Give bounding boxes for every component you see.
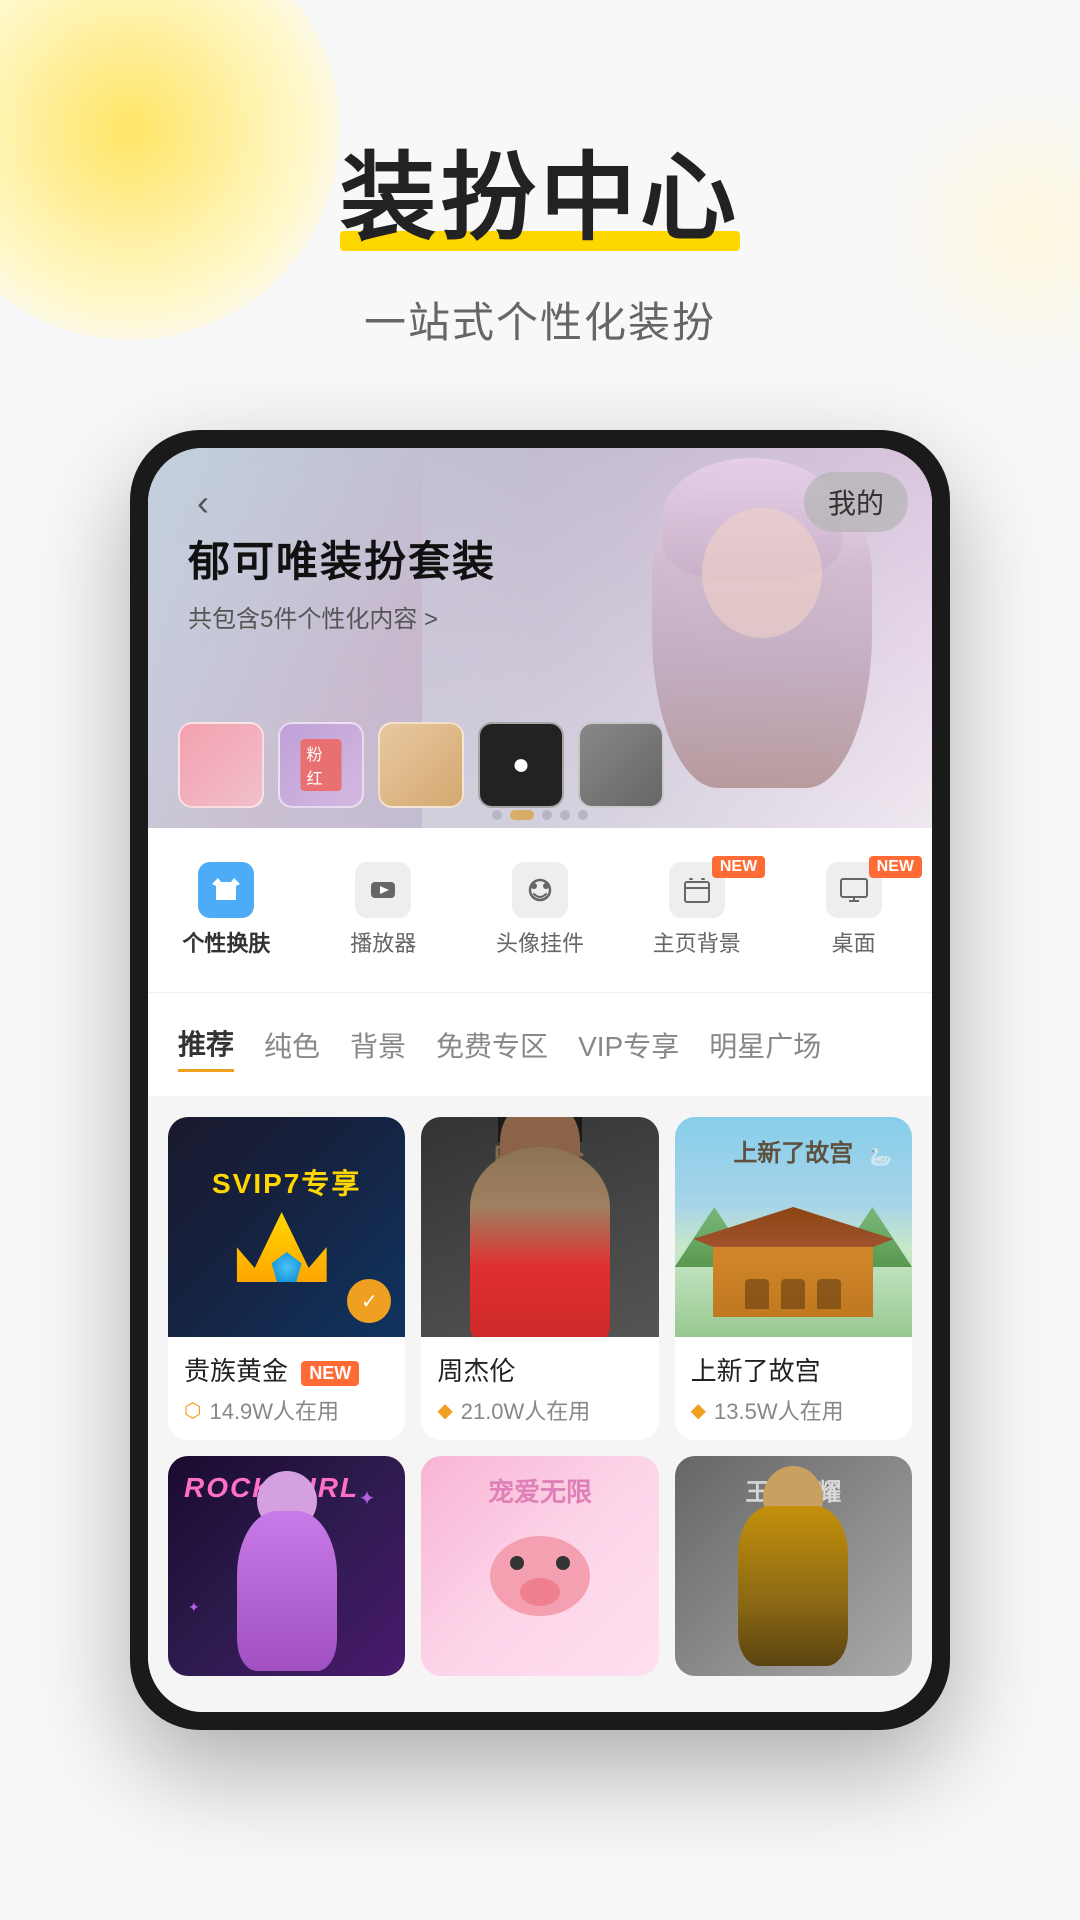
back-arrow-icon: ‹ [197, 482, 209, 524]
cat-tab-avatar[interactable]: 头像挂件 [462, 848, 619, 972]
svip-new-badge: NEW [301, 1361, 359, 1386]
crown-icon [237, 1212, 337, 1292]
download-badge: ✓ [347, 1279, 391, 1323]
grid-row-2: ROCK GIRL ✦ ✦ 宠爱无限 [168, 1456, 912, 1676]
sparkle-2: ✦ [188, 1599, 200, 1616]
rock-image: ROCK GIRL ✦ ✦ [168, 1456, 405, 1676]
cat-player-label: 播放器 [350, 926, 416, 958]
cat-tab-player[interactable]: 播放器 [305, 848, 462, 972]
filter-tabs: 推荐 纯色 背景 免费专区 VIP专享 明星广场 [148, 993, 932, 1097]
cat-avatar-label: 头像挂件 [496, 926, 584, 958]
desktop-new-badge: NEW [869, 856, 922, 878]
jay-name: 周杰伦 [437, 1351, 642, 1388]
diamond-icon-2: ◆ [691, 1398, 706, 1423]
palace-stat-text: 13.5W人在用 [714, 1394, 844, 1426]
thumbnail-3[interactable] [378, 722, 464, 808]
svip-info: 贵族黄金 NEW ⬡ 14.9W人在用 [168, 1337, 405, 1440]
cat-skin-label: 个性换肤 [182, 926, 270, 958]
palace-image: 上新了故宫 [675, 1117, 912, 1337]
diamond-icon-1: ◆ [437, 1398, 452, 1423]
grid-item-svip[interactable]: SVIP7专享 ✓ 贵族黄金 NEW [168, 1117, 405, 1440]
palace-overlay-text: 上新了故宫 [733, 1133, 853, 1168]
palace-stats: ◆ 13.5W人在用 [691, 1394, 896, 1426]
svip-image: SVIP7专享 ✓ [168, 1117, 405, 1337]
player-icon [355, 862, 411, 918]
thumbnail-1[interactable] [178, 722, 264, 808]
jay-info: 周杰伦 ◆ 21.0W人在用 [421, 1337, 658, 1440]
thumbnail-2[interactable] [278, 722, 364, 808]
phone-container: ‹ 我的 郁可唯装扮套装 共包含5件个性化内容 > [0, 430, 1080, 1730]
cat-tab-homepage[interactable]: NEW 主页背景 [618, 848, 775, 972]
phone-frame: ‹ 我的 郁可唯装扮套装 共包含5件个性化内容 > [130, 430, 950, 1730]
page-title: 装扮中心 [340, 120, 740, 259]
shirt-icon [198, 862, 254, 918]
thumbnail-strip [178, 722, 664, 808]
content-grid: SVIP7专享 ✓ 贵族黄金 NEW [148, 1097, 932, 1712]
jay-stats: ◆ 21.0W人在用 [437, 1394, 642, 1426]
category-tabs: 个性换肤 播放器 [148, 828, 932, 993]
sparkle-1: ✦ [359, 1486, 376, 1511]
pet-title: 宠爱无限 [488, 1472, 592, 1509]
king-image: 王者荣耀 [675, 1456, 912, 1676]
svip-stat-text: 14.9W人在用 [209, 1394, 339, 1426]
hero-text-block: 郁可唯装扮套装 共包含5件个性化内容 > [188, 528, 496, 634]
svip-badge-text: SVIP7专享 [212, 1162, 361, 1202]
palace-name: 上新了故宫 [691, 1351, 896, 1388]
filter-free[interactable]: 免费专区 [436, 1019, 548, 1071]
grid-item-rock[interactable]: ROCK GIRL ✦ ✦ [168, 1456, 405, 1676]
filter-background[interactable]: 背景 [350, 1019, 406, 1071]
cat-desktop-label: 桌面 [832, 926, 876, 958]
filter-recommend[interactable]: 推荐 [178, 1017, 234, 1072]
filter-stars[interactable]: 明星广场 [709, 1019, 821, 1071]
hero-banner: ‹ 我的 郁可唯装扮套装 共包含5件个性化内容 > [148, 448, 932, 828]
palace-info: 上新了故宫 ◆ 13.5W人在用 [675, 1337, 912, 1440]
cat-homepage-label: 主页背景 [653, 926, 741, 958]
cat-tab-skin[interactable]: 个性换肤 [148, 848, 305, 972]
svip-stats: ⬡ 14.9W人在用 [184, 1394, 389, 1426]
grid-item-king[interactable]: 王者荣耀 [675, 1456, 912, 1676]
mine-button[interactable]: 我的 [804, 472, 908, 532]
pig-body [490, 1536, 590, 1616]
phone-screen: ‹ 我的 郁可唯装扮套装 共包含5件个性化内容 > [148, 448, 932, 1712]
grid-item-palace[interactable]: 上新了故宫 [675, 1117, 912, 1440]
header-section: 装扮中心 一站式个性化装扮 [0, 0, 1080, 410]
pet-image: 宠爱无限 [421, 1456, 658, 1676]
page-subtitle: 一站式个性化装扮 [0, 289, 1080, 350]
back-button[interactable]: ‹ [178, 478, 228, 528]
hero-banner-title: 郁可唯装扮套装 [188, 528, 496, 589]
mine-label: 我的 [828, 488, 884, 519]
cat-tab-desktop[interactable]: NEW 桌面 [775, 848, 932, 972]
grid-item-pet[interactable]: 宠爱无限 [421, 1456, 658, 1676]
filter-vip[interactable]: VIP专享 [578, 1019, 679, 1071]
palace-building [713, 1237, 873, 1317]
grid-item-jay[interactable]: 周杰伦 周杰伦 ◆ 21.0W人在 [421, 1117, 658, 1440]
avatar-icon [512, 862, 568, 918]
filter-solid[interactable]: 纯色 [264, 1019, 320, 1071]
thumbnail-5[interactable] [578, 722, 664, 808]
homepage-new-badge: NEW [712, 856, 765, 878]
jay-image: 周杰伦 [421, 1117, 658, 1337]
gold-icon: ⬡ [184, 1398, 201, 1423]
hero-banner-subtitle: 共包含5件个性化内容 > [188, 599, 496, 634]
jay-stat-text: 21.0W人在用 [461, 1394, 591, 1426]
thumbnail-4[interactable] [478, 722, 564, 808]
grid-row-1: SVIP7专享 ✓ 贵族黄金 NEW [168, 1117, 912, 1440]
svip-name: 贵族黄金 NEW [184, 1351, 389, 1388]
